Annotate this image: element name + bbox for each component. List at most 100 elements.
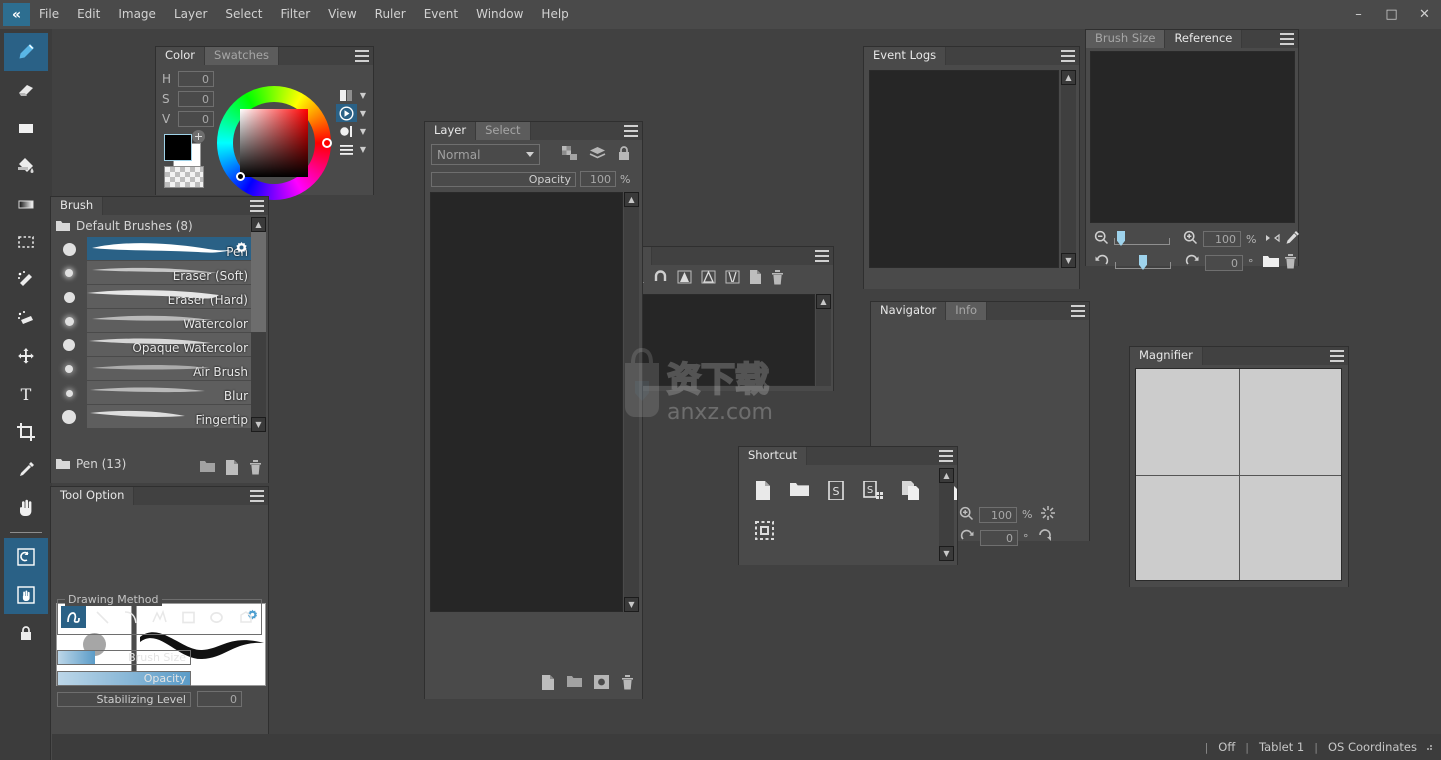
line-method-button[interactable]: [90, 606, 115, 628]
reference-panel-menu-icon[interactable]: [1280, 33, 1294, 45]
scroll-down-arrow[interactable]: ▼: [624, 597, 639, 612]
rotate-left-button[interactable]: [1094, 254, 1110, 272]
brush-list-item[interactable]: Opaque Watercolor: [51, 333, 254, 357]
hsv-input-v[interactable]: 0: [178, 111, 214, 127]
select-all-shortcut[interactable]: [755, 521, 774, 543]
menu-item-file[interactable]: File: [30, 0, 68, 29]
scroll-track[interactable]: [816, 309, 831, 386]
menu-item-select[interactable]: Select: [216, 0, 271, 29]
swap-colors-icon[interactable]: [192, 130, 205, 143]
stabilizing-level-slider[interactable]: Stabilizing Level: [57, 691, 191, 707]
layer-list-scrollbar[interactable]: ▲ ▼: [624, 192, 639, 612]
hsv-input-s[interactable]: 0: [178, 91, 214, 107]
save-as-shortcut[interactable]: S: [863, 480, 883, 503]
tab-brush-size[interactable]: Brush Size: [1086, 30, 1166, 48]
lock-toggle[interactable]: [4, 614, 48, 652]
slider-mode-button[interactable]: [336, 140, 357, 158]
shortcut-panel-menu-icon[interactable]: [939, 450, 953, 462]
menu-item-image[interactable]: Image: [109, 0, 165, 29]
tab-navigator[interactable]: Navigator: [871, 302, 947, 320]
reference-image-area[interactable]: [1090, 51, 1295, 223]
navigator-zoom-input[interactable]: 100: [979, 506, 1017, 523]
curve-method-button[interactable]: [118, 606, 143, 628]
scroll-up-arrow[interactable]: ▲: [624, 192, 639, 207]
polyline-method-button[interactable]: [147, 606, 172, 628]
status-item-off[interactable]: Off: [1218, 740, 1235, 754]
scroll-down-arrow[interactable]: ▼: [251, 417, 266, 432]
hand-tool[interactable]: [4, 489, 48, 527]
scroll-up-arrow[interactable]: ▲: [1061, 70, 1076, 85]
event-logs-list[interactable]: [869, 70, 1059, 268]
duplicate-brush-button[interactable]: [225, 460, 239, 478]
scroll-up-arrow[interactable]: ▲: [251, 217, 266, 232]
magic-wand-tool[interactable]: [4, 261, 48, 299]
brush-list-scrollbar[interactable]: ▲ ▼: [251, 217, 266, 432]
brush-list-item[interactable]: Blur: [51, 381, 254, 405]
navigator-panel-menu-icon[interactable]: [1071, 305, 1085, 317]
magnifier-panel-menu-icon[interactable]: [1330, 350, 1344, 362]
new-layer-button[interactable]: [541, 675, 555, 693]
magnifier-view[interactable]: [1135, 368, 1342, 581]
brush-list-item[interactable]: Fingertip: [51, 405, 254, 429]
wheel-mode-dropdown-icon[interactable]: ▼: [357, 104, 369, 122]
zoom-in-button[interactable]: [1183, 230, 1198, 248]
menu-item-ruler[interactable]: Ruler: [366, 0, 415, 29]
crop-tool[interactable]: [4, 413, 48, 451]
opacity-slider[interactable]: Opacity: [57, 670, 191, 686]
text-tool[interactable]: T: [4, 375, 48, 413]
shortcut-scrollbar[interactable]: ▲ ▼: [939, 468, 954, 561]
transparent-color-swatch[interactable]: [164, 166, 204, 188]
menu-item-view[interactable]: View: [319, 0, 365, 29]
layer-panel-menu-icon[interactable]: [624, 125, 638, 137]
flip-horizontal-button[interactable]: [1265, 231, 1281, 248]
status-item-coordinates[interactable]: OS Coordinates: [1328, 740, 1417, 754]
blend-mode-select[interactable]: Normal: [431, 144, 540, 165]
brush-list-item[interactable]: Air Brush: [51, 357, 254, 381]
color-panel-menu-icon[interactable]: [355, 50, 369, 62]
circle-mode-dropdown-icon[interactable]: ▼: [357, 122, 369, 140]
rectangle-method-button[interactable]: [176, 606, 201, 628]
open-reference-button[interactable]: [1262, 255, 1279, 271]
new-brush-folder-button[interactable]: [200, 460, 215, 478]
eyedropper-tool[interactable]: [4, 451, 48, 489]
foreground-color-swatch[interactable]: [164, 134, 192, 161]
ellipse-method-button[interactable]: [205, 606, 230, 628]
tab-layer[interactable]: Layer: [425, 122, 477, 140]
close-button[interactable]: ✕: [1408, 0, 1441, 29]
half-square-mode-button[interactable]: [336, 86, 357, 104]
scroll-up-arrow[interactable]: ▲: [816, 294, 831, 309]
save-shortcut[interactable]: S: [828, 480, 844, 503]
brush-list-item[interactable]: Eraser (Hard): [51, 285, 254, 309]
color-wheel[interactable]: [217, 86, 332, 200]
zoom-out-button[interactable]: [1094, 230, 1109, 248]
scroll-track[interactable]: [939, 483, 954, 546]
status-item-tablet[interactable]: Tablet 1: [1259, 740, 1304, 754]
layer-list-area[interactable]: [430, 192, 623, 612]
new-file-shortcut[interactable]: [755, 481, 771, 503]
scroll-thumb[interactable]: [251, 232, 266, 332]
sv-marker[interactable]: [236, 172, 245, 181]
circle-mode-button[interactable]: [336, 122, 357, 140]
menu-item-layer[interactable]: Layer: [165, 0, 216, 29]
brush-settings-gear-icon[interactable]: [233, 240, 250, 257]
layer-opacity-input[interactable]: 100: [580, 171, 616, 187]
brush-list-item[interactable]: Watercolor: [51, 309, 254, 333]
app-logo-icon[interactable]: «: [3, 3, 30, 26]
navigator-zoom-in-button[interactable]: [959, 506, 974, 524]
menu-item-event[interactable]: Event: [415, 0, 467, 29]
perspective-2pt-button[interactable]: [701, 270, 716, 287]
fit-screen-button[interactable]: [1040, 505, 1056, 524]
scroll-track[interactable]: [624, 207, 639, 597]
new-ruler-button[interactable]: [749, 270, 762, 287]
perspective-1pt-button[interactable]: [677, 270, 692, 287]
menu-item-window[interactable]: Window: [467, 0, 532, 29]
half-square-mode-dropdown-icon[interactable]: ▼: [357, 86, 369, 104]
polygon-method-button[interactable]: [233, 606, 258, 628]
tab-select[interactable]: Select: [476, 122, 531, 140]
slider-mode-dropdown-icon[interactable]: ▼: [357, 140, 369, 158]
brush-size-slider[interactable]: Brush Size: [57, 649, 191, 665]
tab-tool-option[interactable]: Tool Option: [51, 487, 135, 505]
clipping-mask-button[interactable]: [562, 145, 578, 164]
stabilizing-level-input[interactable]: 0: [197, 691, 242, 707]
new-layer-folder-button[interactable]: [567, 675, 582, 693]
